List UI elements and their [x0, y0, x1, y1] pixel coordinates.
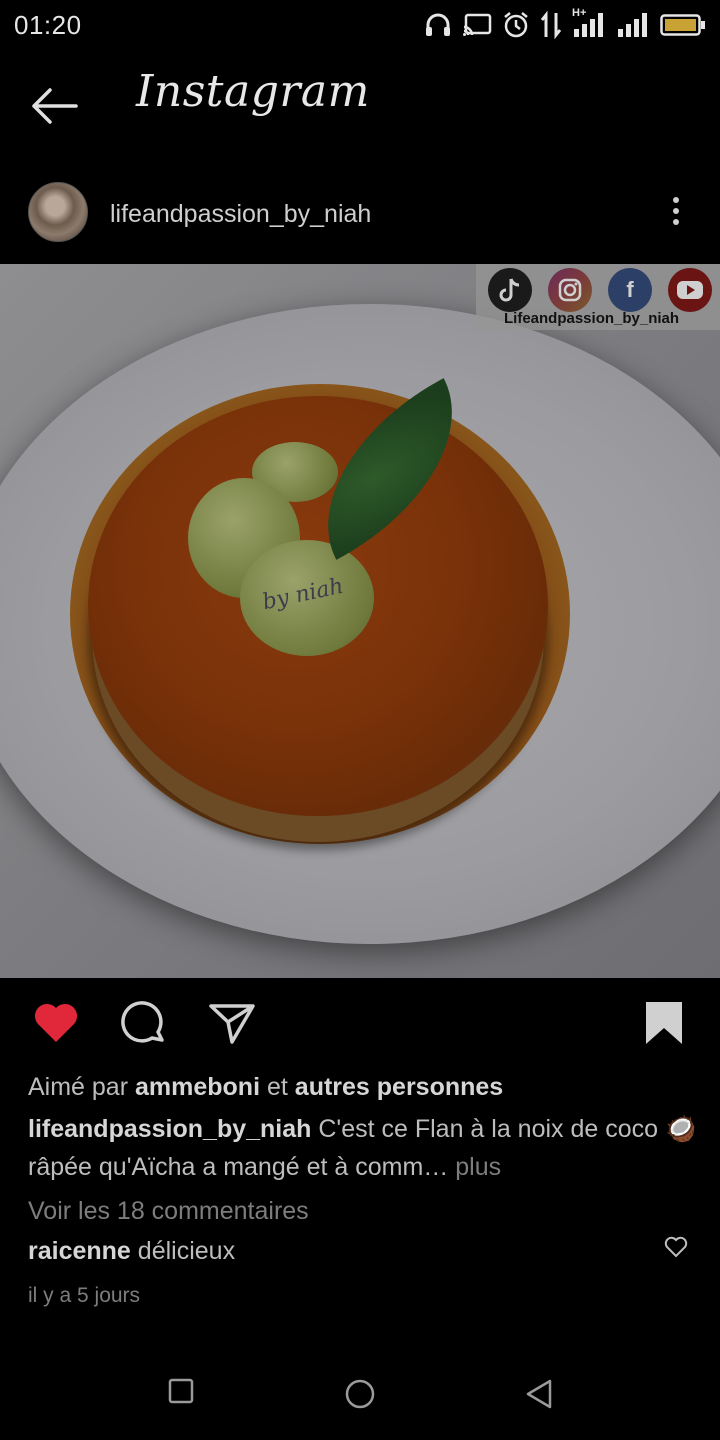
status-bar: 01:20 H+	[0, 0, 720, 50]
likes-others[interactable]: autres personnes	[295, 1073, 503, 1101]
data-transfer-icon	[540, 11, 562, 39]
comment-bubble-icon	[121, 1001, 164, 1043]
signal-icon	[618, 13, 647, 37]
view-comments-link[interactable]: Voir les 18 commentaires	[28, 1192, 698, 1230]
social-caption: Lifeandpassion_by_niah	[504, 310, 680, 327]
caption-more-link[interactable]: plus	[455, 1153, 501, 1181]
facebook-icon: f	[608, 268, 652, 312]
post-header: lifeandpassion_by_niah	[0, 180, 720, 244]
heart-filled-icon	[34, 1003, 78, 1042]
status-time: 01:20	[14, 9, 82, 40]
share-button[interactable]	[208, 1000, 256, 1051]
heart-outline-icon	[664, 1236, 688, 1258]
save-button[interactable]	[644, 1000, 684, 1051]
instagram-logo: Instagram	[136, 66, 370, 117]
system-back-button[interactable]	[524, 1378, 554, 1415]
comment-username[interactable]: raicenne	[28, 1237, 131, 1265]
battery-icon	[660, 14, 705, 36]
comment-text: délicieux	[137, 1237, 236, 1265]
likes-conj: et	[266, 1073, 288, 1101]
caption-username[interactable]: lifeandpassion_by_niah	[28, 1115, 311, 1143]
instagram-icon	[548, 268, 592, 312]
headphones-icon	[426, 13, 450, 36]
back-icon	[526, 1379, 552, 1409]
home-button[interactable]	[344, 1378, 376, 1415]
comment-item: raicenne délicieux	[28, 1232, 698, 1270]
more-options-button[interactable]	[664, 194, 688, 230]
more-dot-icon	[673, 208, 679, 214]
post-image[interactable]: by niah f Lifeandpassion_by_niah	[0, 264, 720, 978]
likes-user[interactable]: ammeboni	[135, 1073, 260, 1101]
avatar[interactable]	[28, 182, 88, 242]
system-nav-bar	[0, 1360, 720, 1440]
alarm-icon	[504, 12, 528, 38]
more-dot-icon	[673, 197, 679, 203]
signal-icon: H+	[572, 7, 606, 39]
comment-button[interactable]	[120, 1000, 168, 1053]
cast-icon	[463, 13, 492, 36]
app-bar: Instagram	[0, 60, 720, 150]
likes-summary[interactable]: Aimé par ammeboni et autres personnes	[28, 1068, 698, 1106]
home-icon	[345, 1379, 375, 1409]
back-button[interactable]	[30, 86, 80, 126]
more-dot-icon	[673, 219, 679, 225]
recent-apps-icon	[168, 1378, 194, 1404]
tiktok-icon	[488, 268, 532, 312]
send-icon	[209, 1004, 255, 1044]
post-timestamp: il y a 5 jours	[28, 1284, 141, 1307]
comment-like-button[interactable]	[664, 1236, 688, 1258]
post-actions	[0, 996, 720, 1056]
social-strip: f Lifeandpassion_by_niah	[476, 264, 720, 330]
likes-prefix: Aimé par	[28, 1073, 129, 1101]
youtube-icon	[668, 268, 712, 312]
post-caption: lifeandpassion_by_niah C'est ce Flan à l…	[28, 1110, 698, 1186]
like-button[interactable]	[32, 1000, 80, 1049]
status-icons: H+	[424, 7, 706, 39]
arrow-left-icon	[32, 88, 78, 124]
bookmark-filled-icon	[646, 1002, 682, 1044]
recent-apps-button[interactable]	[168, 1378, 194, 1409]
post-username[interactable]: lifeandpassion_by_niah	[110, 200, 371, 229]
